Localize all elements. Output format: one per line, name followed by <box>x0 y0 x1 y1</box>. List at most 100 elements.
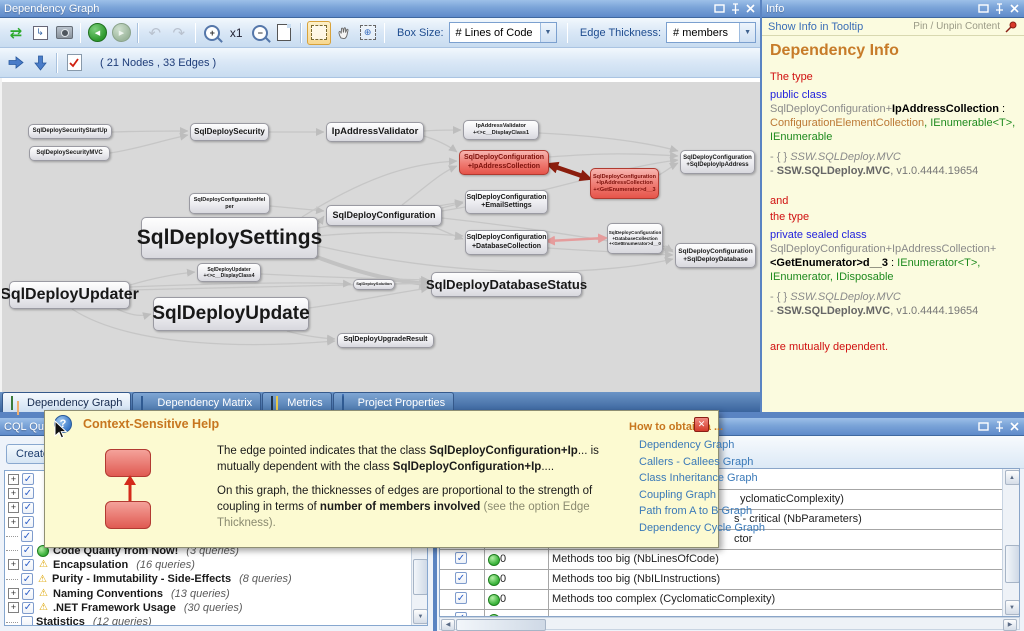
graph-node[interactable]: SqlDeployConfiguration+DatabaseCollectio… <box>465 230 548 255</box>
minimize-icon[interactable] <box>977 3 990 14</box>
grid-horizontal-scrollbar[interactable]: ◀ ▶ <box>439 617 1020 630</box>
horizontal-layout-icon[interactable] <box>5 52 27 74</box>
graph-node[interactable]: SqlDeployConfiguration+SqlDeployIpAddres… <box>680 150 755 174</box>
help-link-class-inheritance-graph[interactable]: Class Inheritance Graph <box>639 472 759 484</box>
screenshot-camera-icon[interactable] <box>53 22 75 44</box>
pin-icon[interactable] <box>995 421 1004 433</box>
pin-icon[interactable] <box>731 3 740 15</box>
help-link-path-from-a-to-b-graph[interactable]: Path from A to B Graph <box>639 505 759 517</box>
scroll-left-icon[interactable]: ◀ <box>441 619 455 631</box>
expander-icon[interactable]: + <box>8 602 19 613</box>
scrollbar-thumb[interactable] <box>413 559 428 595</box>
tab-metrics[interactable]: Metrics <box>262 392 331 412</box>
zoom-reset-button[interactable]: x1 <box>225 22 247 44</box>
export-graph-icon[interactable]: ↳ <box>29 22 51 44</box>
pin-icon[interactable] <box>995 3 1004 15</box>
group-checkbox[interactable]: ✓ <box>21 573 33 585</box>
pin-unpin-link[interactable]: Pin / Unpin Content <box>913 21 1000 32</box>
tab-project-properties[interactable]: Project Properties <box>333 392 454 412</box>
result-checkbox[interactable]: ✓ <box>455 592 467 604</box>
result-row[interactable]: ✓0Methods too big (NbLinesOfCode) <box>440 549 1003 570</box>
group-checkbox[interactable]: ✓ <box>21 530 33 542</box>
refresh-layout-icon[interactable]: ⇄ <box>5 22 27 44</box>
graph-node[interactable]: SqlDeploySolution <box>353 279 395 290</box>
expander-icon[interactable]: + <box>8 488 19 499</box>
minimize-icon[interactable] <box>977 421 990 432</box>
combo-dropdown-icon[interactable]: ▼ <box>540 23 556 42</box>
box-size-combobox[interactable]: # Lines of Code ▼ <box>449 22 557 43</box>
selection-mode-icon[interactable] <box>307 21 331 45</box>
graph-node[interactable]: SqlDeployConfiguration+IpAddressCollecti… <box>590 168 659 199</box>
vertical-layout-icon[interactable] <box>29 52 51 74</box>
zoom-in-icon[interactable]: + <box>201 22 223 44</box>
graph-node[interactable]: SqlDeployConfiguration+DatabaseCollectio… <box>607 223 663 254</box>
expander-icon[interactable]: + <box>8 559 19 570</box>
scroll-right-icon[interactable]: ▶ <box>1003 619 1017 631</box>
result-checkbox[interactable]: ✓ <box>455 552 467 564</box>
graph-node[interactable]: SqlDeployConfiguration+IpAddressCollecti… <box>459 150 549 175</box>
scrollbar-thumb[interactable] <box>456 619 546 631</box>
group-checkbox[interactable] <box>21 616 33 626</box>
fit-page-icon[interactable] <box>273 22 295 44</box>
graph-node[interactable]: SqlDeployConfiguration <box>326 205 442 226</box>
group-checkbox[interactable]: ✓ <box>22 487 34 499</box>
query-group-row[interactable]: +✓ <box>5 515 37 529</box>
expander-icon[interactable]: + <box>8 474 19 485</box>
result-checkbox[interactable]: ✓ <box>455 572 467 584</box>
zoom-selection-icon[interactable]: ⊕ <box>357 22 379 44</box>
graph-node[interactable]: SqlDeploySecurity <box>190 123 269 141</box>
red-pushpin-icon[interactable] <box>1004 21 1018 33</box>
graph-node[interactable]: SqlDeployUpdater+<>c__DisplayClass4 <box>197 263 261 282</box>
query-group-row[interactable]: +✓ <box>5 486 37 500</box>
help-link-dependency-cycle-graph[interactable]: Dependency Cycle Graph <box>639 522 759 534</box>
query-group-row[interactable]: +✓ <box>5 472 37 486</box>
graph-node[interactable]: SqlDeployConfiguration+EmailSettings <box>465 190 548 214</box>
validate-checkmark-icon[interactable] <box>63 52 85 74</box>
close-icon[interactable] <box>1009 3 1020 14</box>
graph-node[interactable]: IpAddressValidator+<>c__DisplayClass1 <box>463 120 539 140</box>
graph-node[interactable]: SqlDeploySecurityStartUp <box>28 124 112 139</box>
show-info-tooltip-link[interactable]: Show Info in Tooltip <box>768 21 863 33</box>
expander-icon[interactable]: + <box>8 588 19 599</box>
group-checkbox[interactable]: ✓ <box>22 502 34 514</box>
group-checkbox[interactable]: ✓ <box>22 516 34 528</box>
query-group-row[interactable]: Statistics(12 queries) <box>5 615 152 626</box>
query-group-row[interactable]: +✓⚠Encapsulation(16 queries) <box>5 558 195 572</box>
navigate-back-icon[interactable]: ◀ <box>86 22 108 44</box>
tab-dependency-graph[interactable]: Dependency Graph <box>2 392 131 412</box>
result-row[interactable]: ✓0Methods too complex (CyclomaticComplex… <box>440 589 1003 610</box>
tab-dependency-matrix[interactable]: Dependency Matrix <box>132 392 261 412</box>
query-group-row[interactable]: +✓⚠.NET Framework Usage(30 queries) <box>5 601 243 615</box>
help-link-coupling-graph[interactable]: Coupling Graph <box>639 489 759 501</box>
graph-node[interactable]: SqlDeployDatabaseStatus <box>431 272 582 297</box>
group-checkbox[interactable]: ✓ <box>22 602 34 614</box>
scroll-down-icon[interactable]: ▼ <box>1005 600 1020 615</box>
help-link-dependency-graph[interactable]: Dependency Graph <box>639 439 759 451</box>
minimize-icon[interactable] <box>713 3 726 14</box>
edge-thickness-combobox[interactable]: # members ▼ <box>666 22 756 43</box>
graph-node[interactable]: SqlDeployUpgradeResult <box>337 333 434 348</box>
query-group-row[interactable]: ✓ <box>5 529 36 543</box>
scroll-up-icon[interactable]: ▲ <box>1005 470 1020 485</box>
graph-node[interactable]: SqlDeployConfiguration+SqlDeployDatabase <box>675 243 756 268</box>
result-row[interactable]: ✓0Methods too big (NbILInstructions) <box>440 569 1003 590</box>
graph-node[interactable]: SqlDeployUpdate <box>153 297 309 331</box>
close-icon[interactable] <box>745 3 756 14</box>
zoom-out-icon[interactable]: − <box>249 22 271 44</box>
query-group-row[interactable]: +✓⚠Naming Conventions(13 queries) <box>5 586 230 600</box>
close-icon[interactable] <box>1009 421 1020 432</box>
expander-icon[interactable]: + <box>8 502 19 513</box>
help-link-callers-callees-graph[interactable]: Callers - Callees Graph <box>639 456 759 468</box>
graph-canvas[interactable]: SqlDeploySecurityStartUp SqlDeploySecurit… <box>0 78 760 392</box>
group-checkbox[interactable]: ✓ <box>21 545 33 557</box>
graph-node[interactable]: SqlDeployUpdater <box>9 281 130 309</box>
scroll-down-icon[interactable]: ▼ <box>413 609 428 624</box>
graph-node[interactable]: SqlDeployConfigurationHelper <box>189 193 270 214</box>
graph-node[interactable]: IpAddressValidator <box>326 122 424 142</box>
group-checkbox[interactable]: ✓ <box>22 473 34 485</box>
pan-hand-icon[interactable] <box>333 22 355 44</box>
graph-node[interactable]: SqlDeploySettings <box>141 217 318 259</box>
popup-close-icon[interactable]: ✕ <box>694 417 709 432</box>
graph-node[interactable]: SqlDeploySecurityMVC <box>29 146 110 161</box>
combo-dropdown-icon[interactable]: ▼ <box>739 23 755 42</box>
